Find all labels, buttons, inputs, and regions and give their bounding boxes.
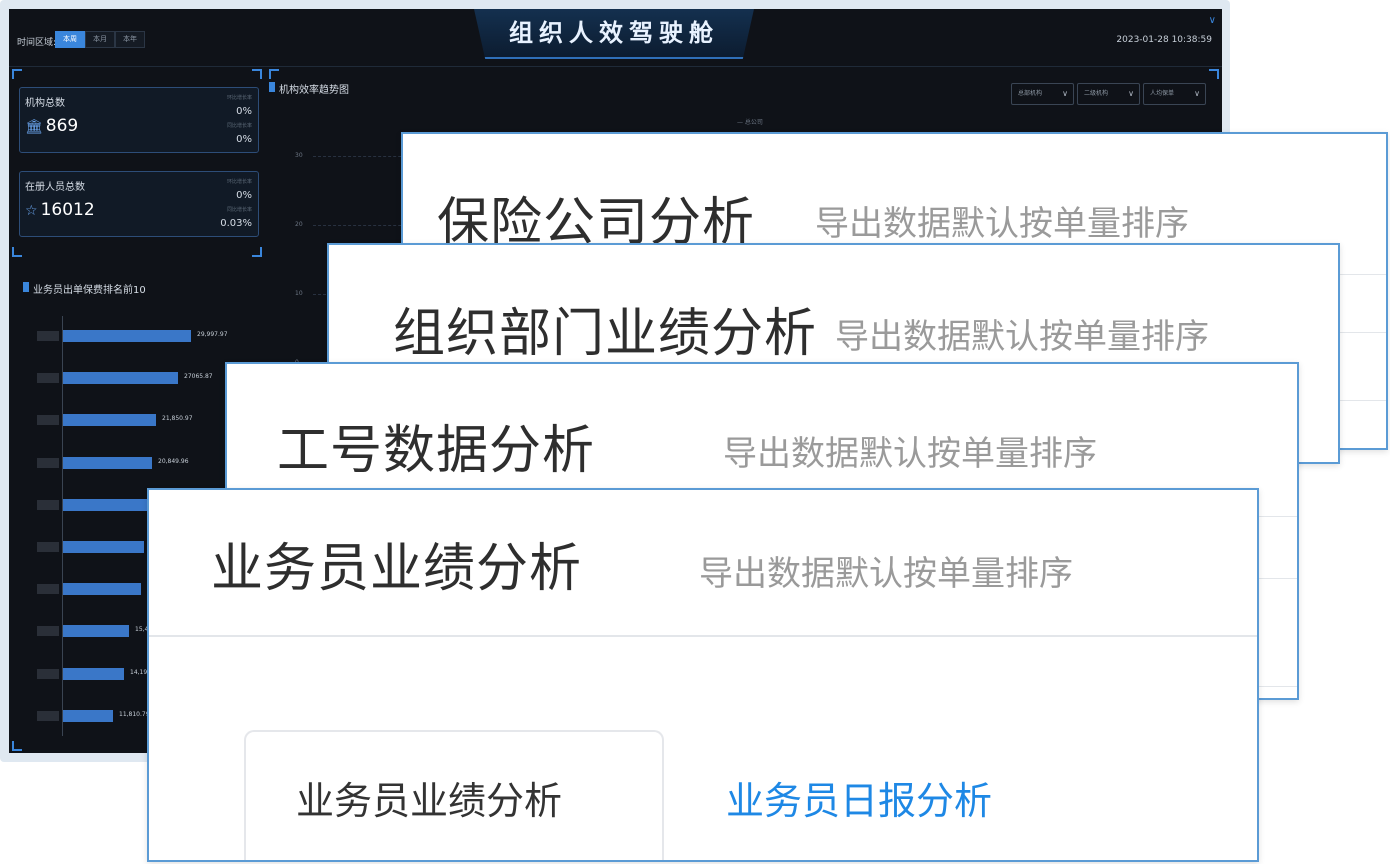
card-salesperson-analysis[interactable]: 业务员业绩分析 导出数据默认按单量排序 业务员业绩分析 业务员日报分析 bbox=[147, 488, 1259, 862]
bar-value-label: 11,810.79 bbox=[119, 710, 150, 718]
chevron-down-icon: ∨ bbox=[1062, 89, 1068, 98]
bar[interactable] bbox=[63, 498, 147, 511]
bar[interactable] bbox=[63, 583, 141, 596]
bar-category-redacted bbox=[37, 373, 59, 384]
bar-row: 20,849.96 bbox=[12, 456, 252, 470]
tab-label: 业务员业绩分析 bbox=[296, 779, 563, 823]
stat-label: 机构总数 bbox=[25, 98, 65, 109]
bar-value-label: 27065.87 bbox=[184, 373, 213, 381]
corner-decoration bbox=[269, 69, 279, 79]
stat-percent: 0% bbox=[236, 134, 252, 145]
trend-legend: — 总公司 bbox=[737, 119, 763, 126]
bar[interactable] bbox=[63, 625, 129, 638]
corner-decoration bbox=[252, 69, 262, 79]
filter-select-org[interactable]: 总部机构 ∨ bbox=[1011, 83, 1074, 105]
bar[interactable] bbox=[63, 330, 191, 342]
stat-value: 🏛 869 bbox=[25, 116, 79, 136]
ranking-chart-title: 业务员出单保费排名前10 bbox=[23, 281, 146, 296]
stat-card-staff[interactable]: 在册人员总数 ☆ 16012 环比增长率 0% 同比增长率 0.03% bbox=[19, 171, 259, 237]
divider bbox=[149, 635, 1257, 637]
card-subtitle: 导出数据默认按单量排序 bbox=[835, 317, 1209, 357]
bar-category-redacted bbox=[37, 331, 59, 341]
corner-decoration bbox=[12, 741, 22, 751]
collapse-chevron-icon[interactable]: ∨ bbox=[1209, 15, 1216, 26]
bar[interactable] bbox=[63, 456, 152, 469]
person-icon: ☆ bbox=[25, 203, 38, 219]
tab-salesperson-daily-report[interactable]: 业务员日报分析 bbox=[726, 770, 992, 825]
corner-decoration bbox=[1209, 69, 1219, 79]
card-subtitle: 导出数据默认按单量排序 bbox=[723, 434, 1097, 474]
chevron-down-icon: ∨ bbox=[1128, 89, 1134, 98]
bank-icon: 🏛 bbox=[25, 119, 43, 135]
card-title: 组织部门业绩分析 bbox=[393, 304, 818, 364]
bar[interactable] bbox=[63, 414, 156, 427]
bar-category-redacted bbox=[37, 457, 59, 468]
bar-value-label: 20,849.96 bbox=[158, 457, 189, 465]
bar[interactable] bbox=[63, 709, 113, 722]
tab-this-week[interactable]: 本周 bbox=[55, 31, 85, 48]
stat-sub-label: 环比增长率 bbox=[226, 179, 252, 185]
bar[interactable] bbox=[63, 372, 178, 385]
bar-category-redacted bbox=[37, 584, 59, 595]
filter-select-level2[interactable]: 二级机构 ∨ bbox=[1077, 83, 1140, 105]
stat-percent: 0.03% bbox=[220, 218, 252, 229]
corner-decoration bbox=[252, 247, 262, 257]
stat-value: ☆ 16012 bbox=[25, 200, 95, 220]
y-tick-label: 10 bbox=[295, 290, 303, 297]
tab-this-year[interactable]: 本年 bbox=[115, 31, 145, 48]
dashboard-header: 时间区域: 本周 本月 本年 组织人效驾驶舱 ∨ 2023-01-28 10:3… bbox=[9, 9, 1222, 67]
filter-select-metric[interactable]: 人均保单 ∨ bbox=[1143, 83, 1206, 105]
tab-this-month[interactable]: 本月 bbox=[85, 31, 115, 48]
stat-card-institutions[interactable]: 机构总数 🏛 869 环比增长率 0% 同比增长率 0% bbox=[19, 87, 259, 153]
stat-percent: 0% bbox=[236, 106, 252, 117]
bar-row: 21,850.97 bbox=[12, 413, 252, 427]
tab-salesperson-performance[interactable]: 业务员业绩分析 bbox=[244, 730, 664, 860]
corner-decoration bbox=[12, 247, 22, 257]
bar-row: 29,997.97 bbox=[12, 329, 252, 343]
stat-label: 在册人员总数 bbox=[25, 182, 85, 193]
stat-sub-label: 同比增长率 bbox=[226, 123, 252, 129]
bar-category-redacted bbox=[37, 499, 59, 510]
bar-value-label: 21,850.97 bbox=[162, 415, 193, 423]
bar-category-redacted bbox=[37, 626, 59, 637]
bar[interactable] bbox=[63, 667, 124, 680]
datetime-display: 2023-01-28 10:38:59 bbox=[1116, 35, 1212, 45]
chevron-down-icon: ∨ bbox=[1194, 89, 1200, 98]
trend-chart-title: 机构效率趋势图 bbox=[269, 81, 349, 96]
y-tick-label: 20 bbox=[295, 221, 303, 228]
time-range-tabs: 本周 本月 本年 bbox=[55, 31, 145, 48]
bar-category-redacted bbox=[37, 415, 59, 426]
stat-sub-label: 同比增长率 bbox=[226, 207, 252, 213]
y-tick-label: 30 bbox=[295, 152, 303, 159]
card-subtitle: 导出数据默认按单量排序 bbox=[699, 554, 1073, 594]
stat-sub-label: 环比增长率 bbox=[226, 95, 252, 101]
stat-percent: 0% bbox=[236, 190, 252, 201]
card-title: 工号数据分析 bbox=[277, 421, 596, 481]
bar[interactable] bbox=[63, 541, 144, 553]
title-banner: 组织人效驾驶舱 bbox=[474, 9, 754, 59]
card-subtitle: 导出数据默认按单量排序 bbox=[815, 204, 1189, 244]
bar-category-redacted bbox=[37, 710, 59, 721]
bar-category-redacted bbox=[37, 542, 59, 552]
corner-decoration bbox=[12, 69, 22, 79]
bar-value-label: 29,997.97 bbox=[197, 331, 228, 338]
card-title: 业务员业绩分析 bbox=[211, 539, 583, 599]
bar-category-redacted bbox=[37, 668, 59, 679]
time-range-label: 时间区域: bbox=[17, 38, 57, 48]
bar-row: 27065.87 bbox=[12, 371, 252, 385]
dashboard-title: 组织人效驾驶舱 bbox=[509, 19, 719, 47]
